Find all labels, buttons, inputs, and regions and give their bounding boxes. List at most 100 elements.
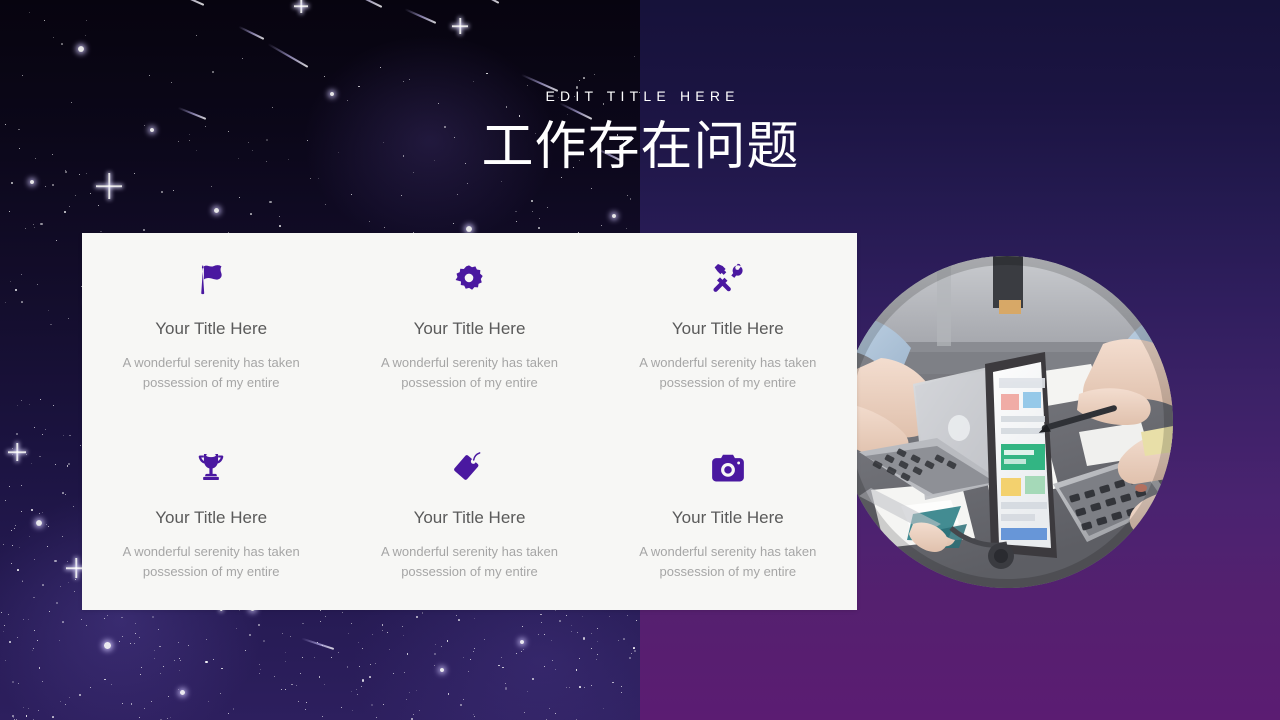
meteor-streak xyxy=(404,8,437,24)
feature-item-3[interactable]: Your Title Here A wonderful serenity has… xyxy=(599,233,857,422)
star-dot xyxy=(46,545,48,547)
star-dot xyxy=(248,634,251,637)
star-dot xyxy=(466,182,468,184)
star-dot xyxy=(106,614,109,617)
star-dot xyxy=(12,715,14,717)
star-dot xyxy=(298,701,299,703)
star-dot xyxy=(111,683,113,685)
star-dot xyxy=(412,714,414,716)
star-dot xyxy=(144,708,146,710)
star-dot xyxy=(590,632,592,634)
star-dot xyxy=(383,226,386,229)
star-dot xyxy=(250,213,252,215)
feature-title: Your Title Here xyxy=(671,319,784,338)
star-dot xyxy=(590,684,592,686)
star-dot xyxy=(171,82,173,83)
sparkle-star xyxy=(294,0,308,13)
star-dot xyxy=(591,647,593,649)
star-dot xyxy=(36,639,38,641)
star-dot xyxy=(259,663,261,665)
star-dot xyxy=(36,283,38,285)
star-dot xyxy=(441,645,443,647)
star-dot xyxy=(526,690,528,692)
star-dot xyxy=(28,708,30,710)
star-dot xyxy=(78,693,81,696)
star-dot xyxy=(21,273,22,275)
glow-star xyxy=(520,640,525,645)
star-dot xyxy=(86,625,88,627)
star-dot xyxy=(53,36,55,38)
star-dot xyxy=(400,194,402,196)
star-dot xyxy=(28,11,30,13)
star-dot xyxy=(540,613,542,616)
star-dot xyxy=(632,647,634,649)
star-dot xyxy=(64,703,66,705)
star-dot xyxy=(498,664,500,667)
star-dot xyxy=(17,683,19,684)
star-dot xyxy=(636,620,638,622)
star-dot xyxy=(281,633,283,635)
star-dot xyxy=(539,217,541,219)
star-dot xyxy=(149,74,151,76)
feature-title: Your Title Here xyxy=(413,507,526,527)
star-dot xyxy=(576,631,578,633)
star-dot xyxy=(39,513,41,515)
star-dot xyxy=(505,687,508,690)
star-dot xyxy=(89,687,91,688)
star-dot xyxy=(45,185,46,187)
star-dot xyxy=(609,616,610,617)
star-dot xyxy=(130,703,133,705)
star-dot xyxy=(168,696,169,698)
star-dot xyxy=(63,211,67,214)
star-dot xyxy=(213,659,215,661)
glow-star xyxy=(30,180,35,185)
star-dot xyxy=(393,673,395,675)
star-dot xyxy=(100,230,102,233)
star-dot xyxy=(167,718,169,720)
star-dot xyxy=(259,673,261,675)
feature-title: Your Title Here xyxy=(671,507,784,527)
star-dot xyxy=(338,652,340,653)
feature-item-1[interactable]: Your Title Here A wonderful serenity has… xyxy=(82,233,340,422)
star-dot xyxy=(523,648,525,650)
star-dot xyxy=(45,524,47,526)
tools-icon xyxy=(711,261,745,297)
star-dot xyxy=(21,301,23,303)
star-dot xyxy=(570,631,572,633)
star-dot xyxy=(31,508,34,511)
presentation-slide: EDIT TITLE HERE 工作存在问题 Your Title Here A… xyxy=(0,0,1280,720)
feature-title: Your Title Here xyxy=(413,319,526,338)
star-dot xyxy=(549,707,551,709)
star-dot xyxy=(626,227,628,229)
star-dot xyxy=(84,35,86,37)
star-dot xyxy=(1,612,3,614)
page-title: 工作存在问题 xyxy=(481,118,800,176)
feature-item-6[interactable]: Your Title Here A wonderful serenity has… xyxy=(599,422,857,611)
star-dot xyxy=(11,529,12,531)
star-dot xyxy=(541,621,543,623)
star-dot xyxy=(600,225,602,227)
star-dot xyxy=(552,659,554,661)
star-dot xyxy=(305,701,307,703)
feature-item-5[interactable]: Your Title Here A wonderful serenity has… xyxy=(340,422,598,611)
star-dot xyxy=(244,649,246,651)
star-dot xyxy=(321,715,324,718)
star-dot xyxy=(579,686,581,688)
sparkle-star xyxy=(452,18,468,34)
star-dot xyxy=(180,660,182,661)
star-dot xyxy=(284,661,286,662)
feature-item-4[interactable]: Your Title Here A wonderful serenity has… xyxy=(82,422,340,611)
star-dot xyxy=(162,666,164,668)
star-dot xyxy=(74,590,75,592)
star-dot xyxy=(98,204,100,206)
feature-item-2[interactable]: Your Title Here A wonderful serenity has… xyxy=(340,233,598,422)
star-dot xyxy=(355,689,357,691)
star-dot xyxy=(69,434,71,437)
meteor-streak xyxy=(238,25,265,40)
star-dot xyxy=(38,667,41,669)
trophy-icon xyxy=(196,450,226,486)
star-dot xyxy=(369,676,371,678)
star-dot xyxy=(9,211,11,213)
star-dot xyxy=(9,485,10,487)
star-dot xyxy=(28,403,30,405)
